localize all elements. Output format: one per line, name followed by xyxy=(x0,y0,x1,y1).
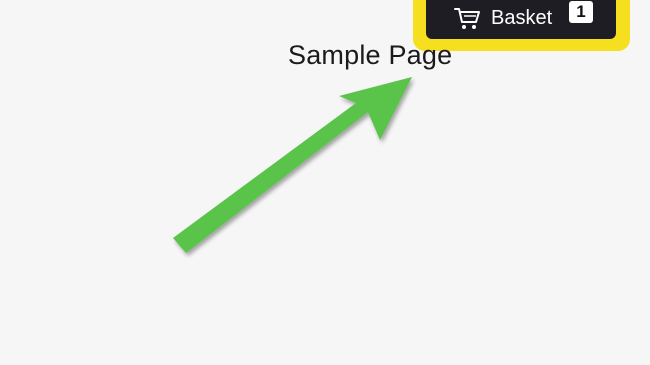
arrow-shape xyxy=(173,77,412,253)
page-title: Sample Page xyxy=(288,40,453,70)
page: Basket 1 Sample Page xyxy=(0,0,650,365)
basket-label: Basket xyxy=(491,7,553,29)
basket-count-badge: 1 xyxy=(569,1,593,23)
cart-icon xyxy=(454,7,482,31)
basket-button[interactable]: Basket 1 xyxy=(426,0,616,39)
